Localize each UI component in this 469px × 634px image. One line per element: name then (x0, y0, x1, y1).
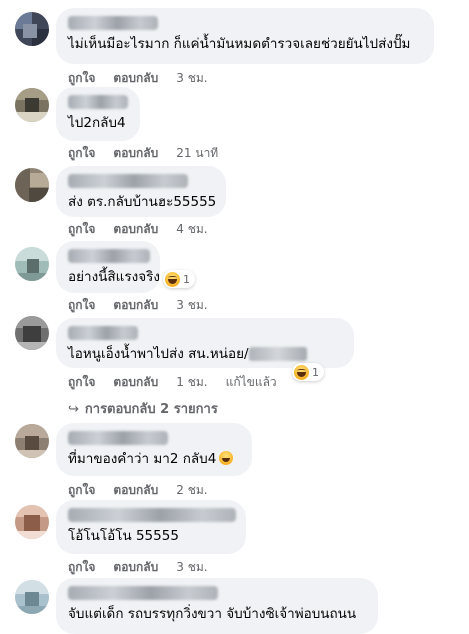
comment-bubble: ที่มาของคำว่า มา2 กลับ4 (56, 423, 252, 476)
reply-button[interactable]: ตอบกลับ (113, 71, 158, 85)
like-button[interactable]: ถูกใจ (68, 298, 95, 312)
edited-label[interactable]: แก้ไขแล้ว (226, 375, 277, 389)
comment-text-line: ไอหนูเอ็งน้ำพาไปส่ง สน.หน่อย/ (68, 345, 342, 363)
reaction-count: 1 (312, 365, 319, 379)
avatar[interactable] (15, 168, 49, 202)
avatar[interactable] (15, 247, 49, 281)
comment-bubble: ไป2กลับ4 (56, 87, 140, 141)
author-name-blurred[interactable] (68, 586, 218, 600)
comment-bubble: ไอหนูเอ็งน้ำพาไปส่ง สน.หน่อย/ (56, 318, 354, 368)
reply-button[interactable]: ตอบกลับ (113, 146, 158, 160)
comment-text: จับแต่เด็ก รถบรรทุกวิ่งขวา จับบ้างซิเจ้า… (68, 606, 357, 622)
comment-text: โอ้โนโอ้โน 55555 (68, 528, 179, 544)
comment-bubble: ไม่เห็นมีอะไรมาก ก็แค่น้ำมันหมดตำรวจเลยช… (56, 8, 434, 64)
author-name-blurred[interactable] (68, 95, 128, 109)
like-button[interactable]: ถูกใจ (68, 483, 95, 497)
author-name-blurred[interactable] (68, 508, 236, 522)
comment-text: ที่มาของคำว่า มา2 กลับ4 (68, 451, 217, 467)
timestamp[interactable]: 3 ชม. (176, 71, 207, 85)
reaction-count: 1 (183, 272, 190, 286)
reply-button[interactable]: ตอบกลับ (113, 298, 158, 312)
author-name-blurred[interactable] (68, 431, 168, 445)
timestamp[interactable]: 4 ชม. (176, 222, 207, 236)
comment-bubble: ส่ง ตร.กลับบ้านฮะ55555 (56, 166, 226, 217)
comment-text-line: ที่มาของคำว่า มา2 กลับ4 (68, 450, 240, 468)
comment-text: อย่างนี้สิแรงจริง (68, 269, 160, 285)
comment-bubble: อย่างนี้สิแรงจริง (56, 241, 160, 293)
avatar[interactable] (15, 580, 49, 614)
reply-button[interactable]: ตอบกลับ (113, 222, 158, 236)
reply-button[interactable]: ตอบกลับ (113, 375, 158, 389)
author-name-blurred[interactable] (68, 174, 188, 188)
like-button[interactable]: ถูกใจ (68, 222, 95, 236)
reply-arrow-icon: ↪ (68, 402, 79, 417)
author-name-blurred[interactable] (68, 16, 158, 30)
like-button[interactable]: ถูกใจ (68, 560, 95, 574)
comment-bubble: โอ้โนโอ้โน 55555 (56, 500, 246, 554)
timestamp[interactable]: 2 ชม. (176, 483, 207, 497)
blurred-mention (248, 347, 307, 361)
reaction-badge[interactable]: 1 (292, 363, 324, 381)
comment-bubble: จับแต่เด็ก รถบรรทุกวิ่งขวา จับบ้างซิเจ้า… (56, 578, 378, 634)
haha-reaction-icon (294, 364, 309, 380)
timestamp[interactable]: 21 นาที (176, 146, 218, 160)
author-name-blurred[interactable] (68, 326, 138, 340)
comment-text: ส่ง ตร.กลับบ้านฮะ55555 (68, 194, 217, 210)
author-name-blurred[interactable] (68, 249, 150, 263)
like-button[interactable]: ถูกใจ (68, 375, 95, 389)
reaction-badge[interactable]: 1 (163, 270, 195, 288)
timestamp[interactable]: 3 ชม. (176, 298, 207, 312)
reply-button[interactable]: ตอบกลับ (113, 483, 158, 497)
avatar[interactable] (15, 88, 49, 122)
view-replies-button[interactable]: ↪ การตอบกลับ 2 รายการ (68, 398, 218, 419)
like-button[interactable]: ถูกใจ (68, 146, 95, 160)
replies-label: การตอบกลับ 2 รายการ (84, 402, 218, 417)
comment-text: ไอหนูเอ็งน้ำพาไปส่ง สน.หน่อย/ (68, 346, 249, 362)
reply-button[interactable]: ตอบกลับ (113, 560, 158, 574)
comment-text: ไม่เห็นมีอะไรมาก ก็แค่น้ำมันหมดตำรวจเลยช… (68, 36, 411, 52)
avatar[interactable] (15, 316, 49, 350)
avatar[interactable] (15, 12, 49, 46)
avatar[interactable] (15, 424, 49, 458)
like-button[interactable]: ถูกใจ (68, 71, 95, 85)
laughing-emoji-icon (219, 451, 234, 465)
avatar[interactable] (15, 505, 49, 539)
haha-reaction-icon (165, 271, 180, 287)
comment-text: ไป2กลับ4 (68, 115, 126, 131)
timestamp[interactable]: 1 ชม. (176, 375, 207, 389)
timestamp[interactable]: 3 ชม. (176, 560, 207, 574)
